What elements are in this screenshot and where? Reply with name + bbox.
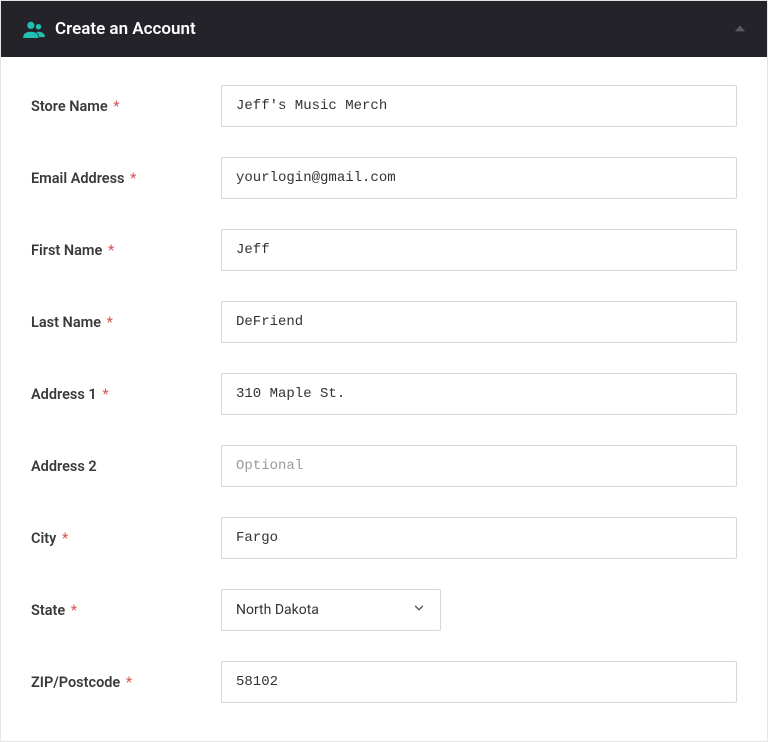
- create-account-panel: Create an Account Store Name * Email Add…: [0, 0, 768, 742]
- label-text: State: [31, 602, 65, 619]
- state-select-value: North Dakota: [236, 602, 319, 618]
- address-2-input[interactable]: [221, 445, 737, 487]
- panel-title: Create an Account: [55, 19, 196, 39]
- required-mark: *: [113, 98, 119, 115]
- required-mark: *: [62, 530, 68, 547]
- zip-input[interactable]: [221, 661, 737, 703]
- label-text: Store Name: [31, 98, 108, 115]
- label-address-1: Address 1 *: [31, 386, 221, 403]
- label-zip: ZIP/Postcode *: [31, 674, 221, 691]
- state-select[interactable]: North Dakota: [221, 589, 441, 631]
- required-mark: *: [108, 242, 114, 259]
- label-first-name: First Name *: [31, 242, 221, 259]
- row-address-1: Address 1 *: [31, 373, 737, 415]
- label-store-name: Store Name *: [31, 98, 221, 115]
- required-mark: *: [130, 170, 136, 187]
- address-1-input[interactable]: [221, 373, 737, 415]
- row-city: City *: [31, 517, 737, 559]
- first-name-input[interactable]: [221, 229, 737, 271]
- row-zip: ZIP/Postcode *: [31, 661, 737, 703]
- label-text: Last Name: [31, 314, 101, 331]
- row-last-name: Last Name *: [31, 301, 737, 343]
- row-store-name: Store Name *: [31, 85, 737, 127]
- required-mark: *: [107, 314, 113, 331]
- email-input[interactable]: [221, 157, 737, 199]
- required-mark: *: [102, 386, 108, 403]
- label-email: Email Address *: [31, 170, 221, 187]
- label-state: State *: [31, 602, 221, 619]
- row-address-2: Address 2: [31, 445, 737, 487]
- row-first-name: First Name *: [31, 229, 737, 271]
- label-text: Address 1: [31, 386, 97, 403]
- city-input[interactable]: [221, 517, 737, 559]
- last-name-input[interactable]: [221, 301, 737, 343]
- label-text: Email Address: [31, 170, 125, 187]
- required-mark: *: [126, 674, 132, 691]
- label-text: ZIP/Postcode: [31, 674, 120, 691]
- label-text: Address 2: [31, 458, 97, 475]
- panel-header[interactable]: Create an Account: [1, 1, 767, 57]
- chevron-down-icon: [412, 601, 426, 619]
- label-text: First Name: [31, 242, 102, 259]
- label-text: City: [31, 530, 56, 547]
- users-icon: [23, 20, 45, 38]
- label-city: City *: [31, 530, 221, 547]
- row-state: State * North Dakota: [31, 589, 737, 631]
- store-name-input[interactable]: [221, 85, 737, 127]
- row-email: Email Address *: [31, 157, 737, 199]
- label-address-2: Address 2: [31, 458, 221, 475]
- label-last-name: Last Name *: [31, 314, 221, 331]
- collapse-caret-icon: [735, 25, 745, 31]
- form-body: Store Name * Email Address * First Name …: [1, 57, 767, 741]
- required-mark: *: [71, 602, 77, 619]
